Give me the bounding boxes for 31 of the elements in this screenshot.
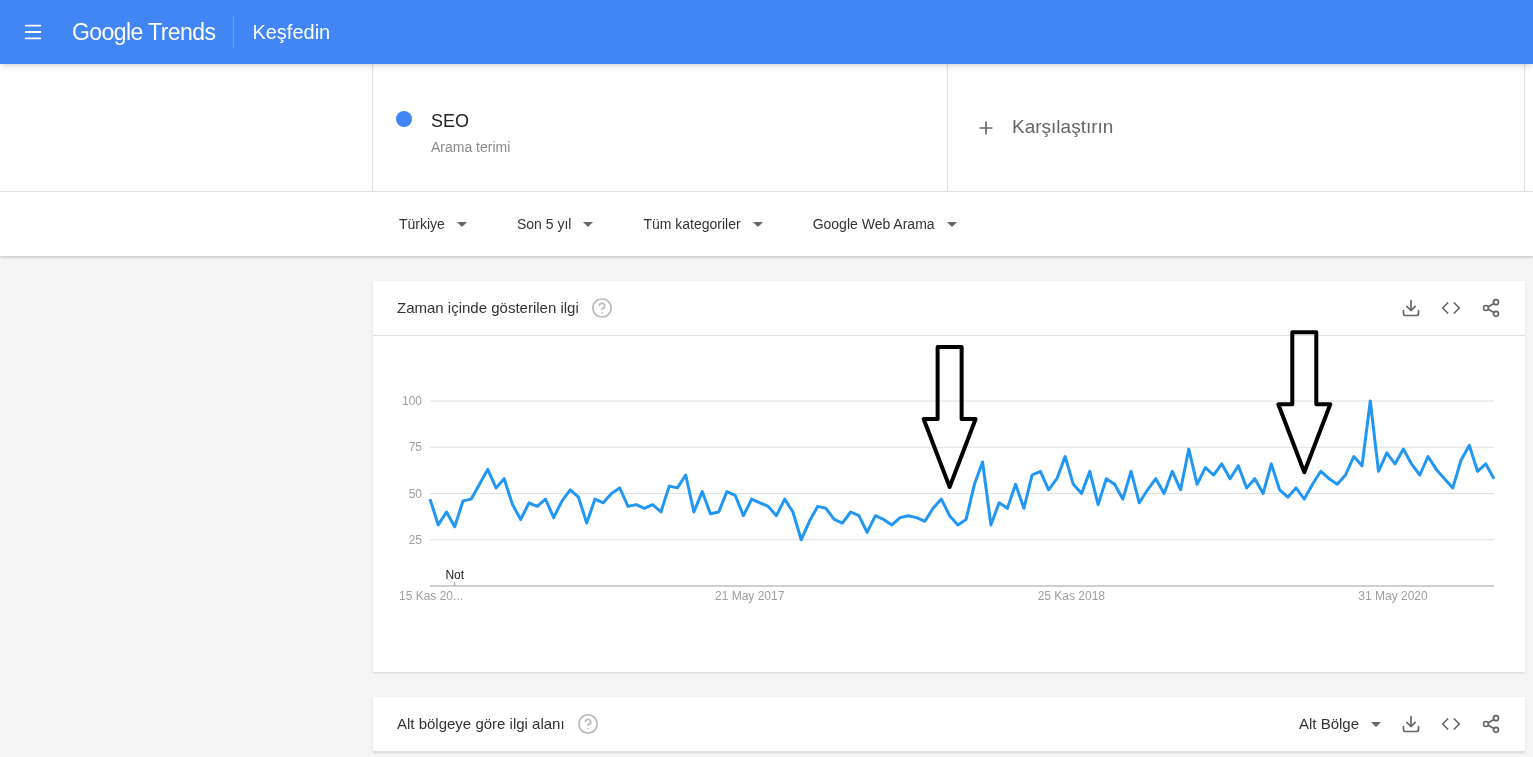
caret-icon [1371, 721, 1381, 727]
widget-title: Zaman içinde gösterilen ilgi [397, 297, 579, 318]
search-term-card[interactable]: SEO Arama terimi [373, 64, 948, 191]
share-icon[interactable] [1481, 298, 1501, 318]
y-tick-label: 75 [408, 440, 422, 455]
caret-icon [752, 221, 763, 227]
x-tick-label: 31 May 2020 [1358, 589, 1428, 603]
y-tick-label: 100 [401, 394, 422, 408]
app-logo[interactable]: Google Trends [72, 14, 216, 50]
download-icon[interactable] [1401, 714, 1421, 734]
download-icon[interactable] [1401, 298, 1421, 318]
filter-dropdown[interactable]: Tüm kategoriler [643, 213, 763, 235]
term-type-label: Arama terimi [431, 138, 511, 157]
region-dropdown[interactable]: Alt Bölge [1298, 712, 1381, 736]
note-label[interactable]: Not [445, 568, 465, 582]
compare-button[interactable]: Karşılaştırın [948, 64, 1525, 191]
share-icon[interactable] [1481, 714, 1501, 734]
filter-dropdown[interactable]: Son 5 yıl [516, 213, 594, 235]
x-tick-label: 21 May 2017 [715, 589, 785, 603]
y-tick-label: 25 [408, 532, 422, 547]
x-tick-label: 25 Kas 2018 [1037, 589, 1106, 603]
x-tick-label: 15 Kas 20... [399, 589, 464, 603]
term-label: SEO [431, 110, 470, 133]
caret-icon [456, 221, 467, 227]
filter-dropdown[interactable]: Türkiye [399, 213, 467, 235]
caret-icon [946, 221, 957, 227]
caret-icon [583, 221, 594, 227]
widget-title: Alt bölgeye göre ilgi alanı [397, 713, 565, 734]
y-tick-label: 50 [408, 486, 422, 501]
page-title: Keşfedin [252, 20, 331, 45]
filter-dropdown[interactable]: Google Web Arama [812, 213, 957, 235]
